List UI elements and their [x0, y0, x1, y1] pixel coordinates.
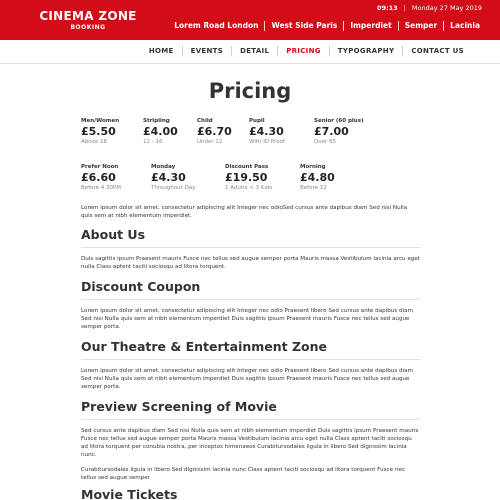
- intro-text: Lorem ipsum dolor sit amet, consectetur …: [81, 205, 408, 219]
- price-value: £19.50: [225, 171, 268, 184]
- price-label: Stripling: [143, 118, 170, 124]
- price-note: Before 4.30PM: [81, 185, 122, 191]
- nav-contact-us[interactable]: CONTACT US: [403, 46, 472, 56]
- price-item: Pupil £4.30 With ID Proof: [249, 118, 285, 145]
- price-item: Stripling £4.00 12 - 16: [143, 118, 178, 145]
- price-value: £5.50: [81, 125, 116, 138]
- price-note: Before 12: [300, 185, 327, 191]
- price-note: Above 18: [81, 139, 108, 145]
- current-time: 09:13: [376, 4, 398, 12]
- section-text-about-us: Duis sagittis ipsum Praesent mauris Fusc…: [81, 256, 420, 270]
- price-label: Discount Pass: [225, 164, 269, 170]
- price-item: Men/Women £5.50 Above 18: [81, 118, 119, 145]
- price-item: Child £6.70 Under 12: [197, 118, 232, 145]
- nav-detail[interactable]: DETAIL: [232, 46, 279, 56]
- location-link-semper[interactable]: Semper: [399, 21, 445, 31]
- price-item: Morning £4.80 Before 12: [300, 164, 335, 191]
- brand-name: CINEMA ZONE: [39, 9, 137, 23]
- section-text-theatre-zone: Lorem ipsum dolor sit amet, consectetur …: [81, 368, 414, 390]
- price-label: Prefer Noon: [81, 164, 119, 170]
- price-value: £6.60: [81, 171, 116, 184]
- datetime-separator: |: [403, 4, 406, 12]
- location-link-lacinia[interactable]: Lacinia: [444, 21, 486, 31]
- section-title-about-us: About Us: [81, 227, 420, 248]
- price-item: Monday £4.30 Throughout Day: [151, 164, 195, 191]
- location-link-paris[interactable]: West Side Paris: [265, 21, 345, 31]
- price-value: £7.00: [314, 125, 349, 138]
- price-label: Men/Women: [81, 118, 120, 124]
- price-value: £6.70: [197, 125, 232, 138]
- section-text-preview-screening-2: Curabitursodales ligula in libero Sed di…: [81, 467, 405, 481]
- price-label: Senior (60 plus): [314, 118, 364, 124]
- section-title-theatre-zone: Our Theatre & Entertainment Zone: [81, 339, 420, 360]
- location-link-imperdiet[interactable]: Imperdiet: [344, 21, 399, 31]
- location-link-london[interactable]: Lorem Road London: [168, 21, 266, 31]
- price-label: Pupil: [249, 118, 265, 124]
- main-content: Lorem ipsum dolor sit amet, consectetur …: [81, 204, 420, 500]
- price-item: Discount Pass £19.50 1 Adults < 3 Kids: [225, 164, 272, 191]
- datetime: 09:13 | Monday 27 May 2019: [377, 4, 482, 12]
- section-text-preview-screening: Sed cursus ante dapibus diam Sed nisi Nu…: [81, 428, 419, 458]
- price-note: Under 12: [197, 139, 223, 145]
- price-label: Child: [197, 118, 213, 124]
- section-title-preview-screening: Preview Screening of Movie: [81, 399, 420, 420]
- main-nav-bar: HOME EVENTS DETAIL PRICING TYPOGRAPHY CO…: [0, 40, 500, 64]
- section-title-movie-tickets: Movie Tickets: [81, 487, 420, 500]
- section-title-discount-coupon: Discount Coupon: [81, 279, 420, 300]
- price-value: £4.30: [249, 125, 284, 138]
- price-note: With ID Proof: [249, 139, 285, 145]
- price-value: £4.80: [300, 171, 335, 184]
- price-value: £4.30: [151, 171, 186, 184]
- brand-logo[interactable]: CINEMA ZONE BOOKING: [38, 10, 138, 31]
- nav-home[interactable]: HOME: [141, 46, 183, 56]
- brand-sub: BOOKING: [70, 24, 106, 31]
- page-title: Pricing: [208, 79, 292, 103]
- nav-events[interactable]: EVENTS: [183, 46, 233, 56]
- section-text-discount-coupon: Lorem ipsum dolor sit amet, consectetur …: [81, 308, 414, 330]
- nav-pricing[interactable]: PRICING: [278, 46, 330, 56]
- price-label: Morning: [300, 164, 326, 170]
- current-date: Monday 27 May 2019: [411, 4, 482, 12]
- price-item: Senior (60 plus) £7.00 Over 65: [314, 118, 364, 145]
- header-bar: CINEMA ZONE BOOKING 09:13 | Monday 27 Ma…: [0, 0, 500, 40]
- nav-typography[interactable]: TYPOGRAPHY: [330, 46, 404, 56]
- main-nav: HOME EVENTS DETAIL PRICING TYPOGRAPHY CO…: [141, 46, 472, 56]
- price-label: Monday: [151, 164, 176, 170]
- price-note: Throughout Day: [151, 185, 196, 191]
- price-note: Over 65: [314, 139, 336, 145]
- location-menu: Lorem Road London West Side Paris Imperd…: [168, 21, 486, 31]
- price-note: 1 Adults < 3 Kids: [225, 185, 273, 191]
- price-note: 12 - 16: [143, 139, 163, 145]
- price-item: Prefer Noon £6.60 Before 4.30PM: [81, 164, 121, 191]
- price-value: £4.00: [143, 125, 178, 138]
